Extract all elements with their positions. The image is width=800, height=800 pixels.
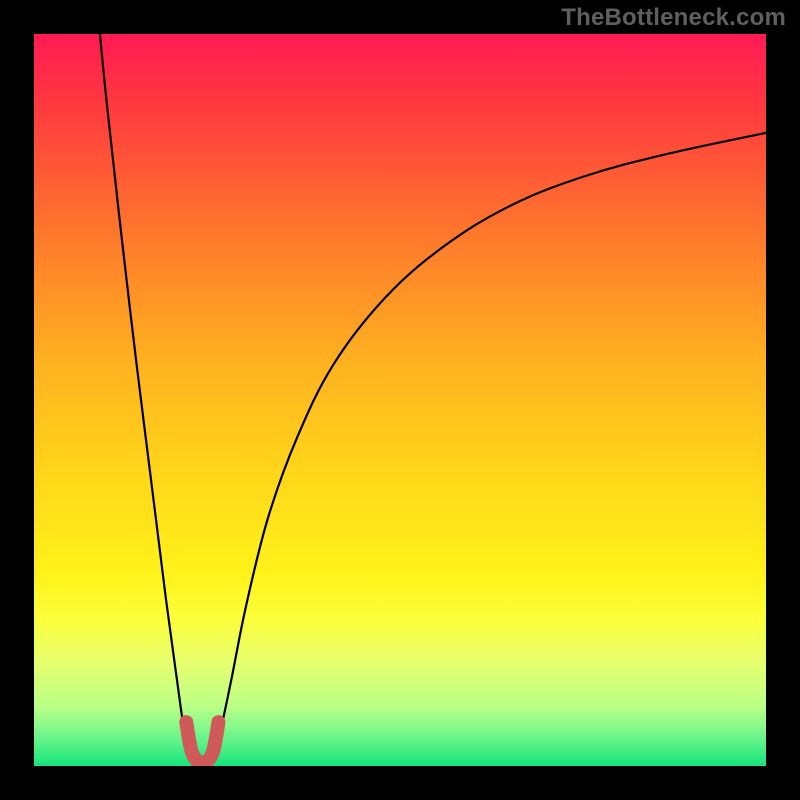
- plot-area: [34, 34, 766, 766]
- curve-left-branch: [100, 34, 190, 751]
- watermark-text: TheBottleneck.com: [561, 4, 786, 32]
- curve-right-branch: [213, 133, 766, 752]
- trough-highlight: [186, 722, 218, 762]
- curves-layer: [34, 34, 766, 766]
- chart-frame: TheBottleneck.com: [0, 0, 800, 800]
